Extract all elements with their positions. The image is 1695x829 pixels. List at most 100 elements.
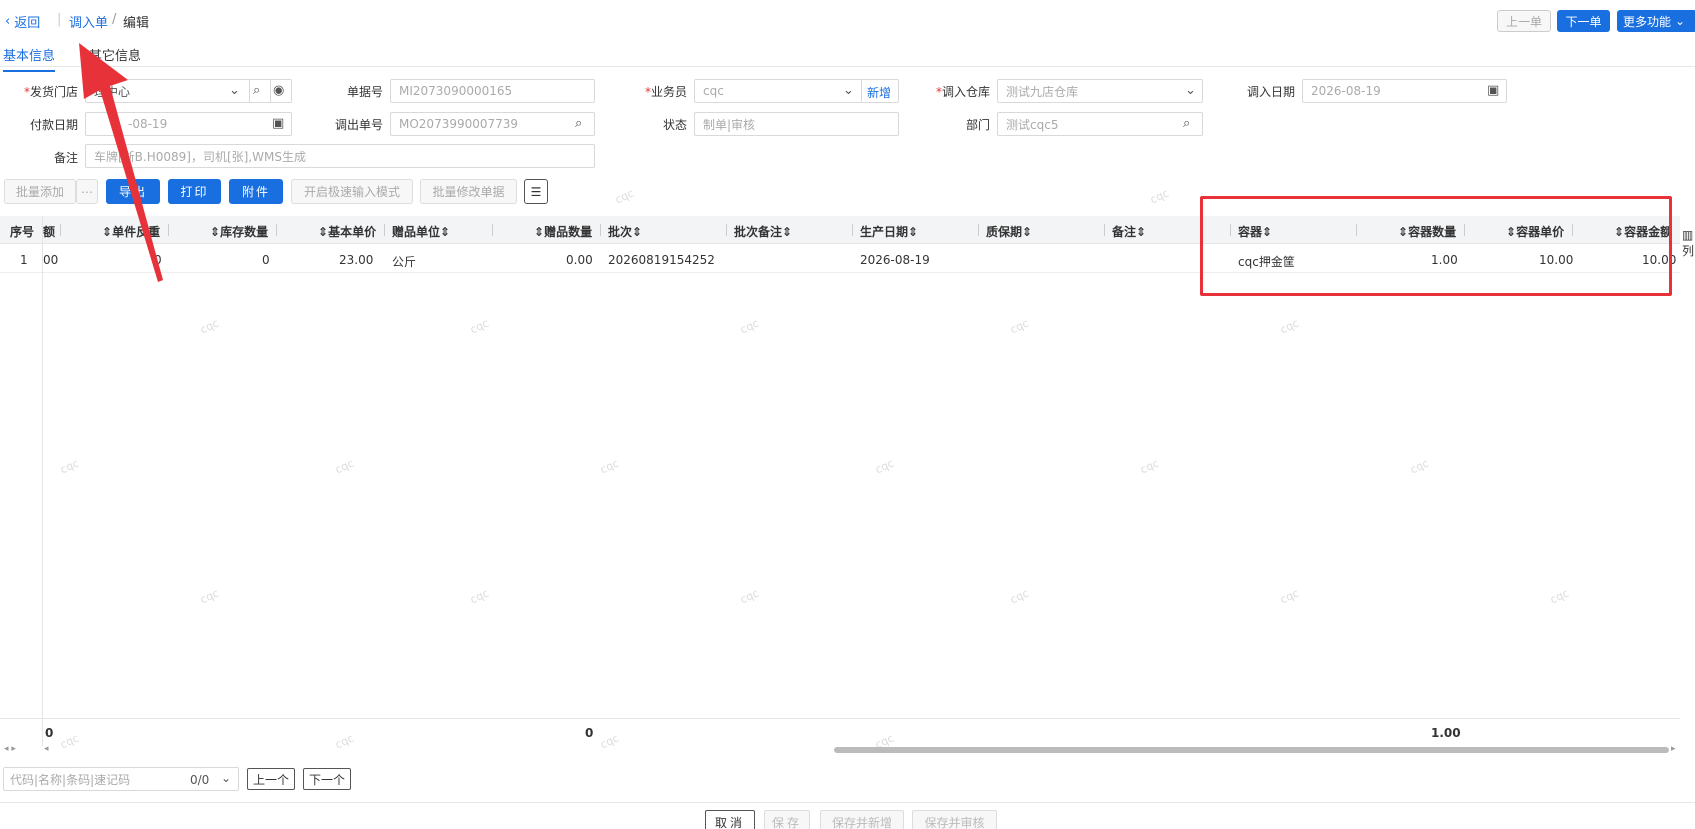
watermark: cqc: [58, 456, 81, 477]
search-icon[interactable]: ⌕: [575, 116, 582, 131]
locate-prev-button[interactable]: 上一个: [247, 768, 295, 790]
eye-icon[interactable]: ◉: [273, 83, 284, 98]
dept-value: 测试cqc5: [1006, 117, 1059, 132]
col-stock-qty[interactable]: ⇕库存数量: [210, 223, 268, 240]
back-label: 返回: [14, 16, 41, 31]
breadcrumb-divider: |: [57, 12, 62, 27]
status-label: 状态: [662, 118, 687, 132]
out-doc-label: 调出单号: [334, 118, 383, 132]
chevron-down-icon: ⌄: [1185, 83, 1196, 98]
watermark: cqc: [1278, 586, 1301, 607]
save-and-audit-button[interactable]: 保存并审核: [912, 810, 997, 829]
cell-batch: 20260819154252: [608, 253, 715, 267]
top-bar: ‹ 返回 | 调入单 / 编辑 上一单 下一单 更多功能 ⌄: [0, 0, 1695, 40]
in-warehouse-value: 测试九店仓库: [1006, 84, 1079, 99]
annotation-highlight-box: [1200, 196, 1672, 296]
in-date-picker[interactable]: 2026-08-19 ▣: [1302, 79, 1507, 103]
footer-gift-qty-total: 0: [585, 726, 594, 740]
batch-add-more-button[interactable]: ⋯: [76, 179, 98, 204]
attachment-button[interactable]: 附件: [229, 179, 283, 204]
batch-add-button[interactable]: 批量添加: [4, 179, 76, 204]
status-value: 制单|审核: [703, 117, 756, 132]
col-remark[interactable]: 备注⇕: [1112, 223, 1146, 240]
watermark: cqc: [198, 316, 221, 337]
back-button[interactable]: ‹ 返回: [5, 12, 40, 31]
ship-store-select[interactable]: 理中心 ⌄ ⌕ ◉: [85, 79, 292, 103]
save-and-new-button[interactable]: 保存并新增: [820, 810, 904, 829]
watermark: cqc: [1148, 186, 1171, 207]
watermark: cqc: [1408, 456, 1431, 477]
export-button[interactable]: 导出: [106, 179, 160, 204]
status-field: 制单|审核: [694, 112, 899, 136]
cell-seq: 1: [20, 253, 28, 267]
doc-no-value: MI2073090000165: [399, 84, 513, 98]
tab-basic-info[interactable]: 基本信息: [3, 45, 56, 72]
next-doc-button[interactable]: 下一单: [1557, 10, 1610, 32]
locate-placeholder: 代码|名称|条码|速记码: [10, 772, 131, 787]
pay-date-picker[interactable]: -08-19 ▣: [85, 112, 292, 136]
col-amount[interactable]: 额: [43, 223, 55, 240]
watermark: cqc: [1008, 586, 1031, 607]
tab-other-info[interactable]: 其它信息: [89, 45, 141, 64]
more-functions-button[interactable]: 更多功能 ⌄: [1617, 10, 1695, 32]
fast-input-mode-button[interactable]: 开启极速输入模式: [291, 179, 413, 204]
calendar-icon: ▣: [1487, 83, 1500, 98]
scroll-right-arrow-icon[interactable]: ▸: [1671, 744, 1676, 754]
col-gift-unit[interactable]: 赠品单位⇕: [392, 223, 450, 240]
prev-doc-button[interactable]: 上一单: [1497, 10, 1551, 32]
cell-gift-unit: 公斤: [392, 255, 417, 269]
salesman-select[interactable]: cqc ⌄ 新增: [694, 79, 899, 103]
salesman-add-link[interactable]: 新增: [867, 84, 891, 101]
col-batch[interactable]: 批次⇕: [608, 223, 642, 240]
cell-base-price: 23.00: [339, 253, 374, 267]
frozen-column-divider: [42, 216, 43, 746]
col-shelf-life[interactable]: 质保期⇕: [986, 223, 1032, 240]
footer-container-qty-total: 1.00: [1431, 726, 1461, 740]
column-toggle[interactable]: ▥ 列: [1682, 228, 1695, 259]
locate-count: 0/0: [190, 773, 210, 787]
dept-field[interactable]: 测试cqc5 ⌕: [997, 112, 1203, 136]
watermark: cqc: [333, 456, 356, 477]
ship-store-label: *发货门店: [23, 85, 78, 99]
grid-footer: 0 0 1.00: [0, 718, 1680, 746]
search-icon[interactable]: ⌕: [253, 83, 260, 98]
locate-next-button[interactable]: 下一个: [303, 768, 351, 790]
print-button[interactable]: 打印: [168, 179, 221, 204]
locate-search-input[interactable]: 代码|名称|条码|速记码 0/0 ⌄: [3, 767, 239, 791]
batch-edit-button[interactable]: 批量修改单据: [420, 179, 517, 204]
column-toggle-label: 列: [1682, 244, 1695, 258]
save-button[interactable]: 保存: [764, 810, 810, 829]
more-functions-label: 更多功能: [1623, 14, 1672, 29]
cancel-button[interactable]: 取消: [705, 810, 755, 829]
col-unit-weight[interactable]: ⇕单件反重: [102, 223, 160, 240]
col-gift-qty[interactable]: ⇕赠品数量: [534, 223, 592, 240]
scroll-left-arrow-icon[interactable]: ◂: [44, 744, 49, 754]
breadcrumb-parent-link[interactable]: 调入单: [69, 12, 108, 31]
out-doc-field[interactable]: MO2073990007739 ⌕: [390, 112, 595, 136]
columns-icon: ▥: [1682, 228, 1694, 242]
watermark: cqc: [598, 456, 621, 477]
watermark: cqc: [1008, 316, 1031, 337]
column-settings-icon[interactable]: ☰: [524, 179, 548, 204]
in-warehouse-select[interactable]: 测试九店仓库 ⌄: [997, 79, 1203, 103]
watermark: cqc: [873, 456, 896, 477]
col-base-price[interactable]: ⇕基本单价: [318, 223, 376, 240]
watermark: cqc: [468, 586, 491, 607]
in-date-value: 2026-08-19: [1311, 84, 1381, 98]
cell-gift-qty: 0.00: [566, 253, 593, 267]
salesman-label: *业务员: [644, 85, 687, 99]
breadcrumb-current: 编辑: [123, 16, 150, 31]
scroll-left-arrow-icon[interactable]: ◂ ▸: [4, 744, 16, 754]
remark-field[interactable]: 车牌[浙B.H0089]，司机[张],WMS生成: [85, 144, 595, 168]
chevron-down-icon[interactable]: ⌄: [221, 771, 231, 785]
breadcrumb-slash: /: [112, 12, 117, 27]
horizontal-scrollbar[interactable]: [834, 747, 1669, 753]
col-prod-date[interactable]: 生产日期⇕: [860, 223, 918, 240]
tabs-divider: [0, 66, 1695, 67]
salesman-value: cqc: [703, 84, 724, 98]
search-icon[interactable]: ⌕: [1183, 116, 1190, 131]
chevron-down-icon: ⌄: [1675, 14, 1686, 28]
chevron-down-icon: ⌄: [843, 83, 854, 98]
watermark: cqc: [198, 586, 221, 607]
col-batch-remark[interactable]: 批次备注⇕: [734, 223, 792, 240]
